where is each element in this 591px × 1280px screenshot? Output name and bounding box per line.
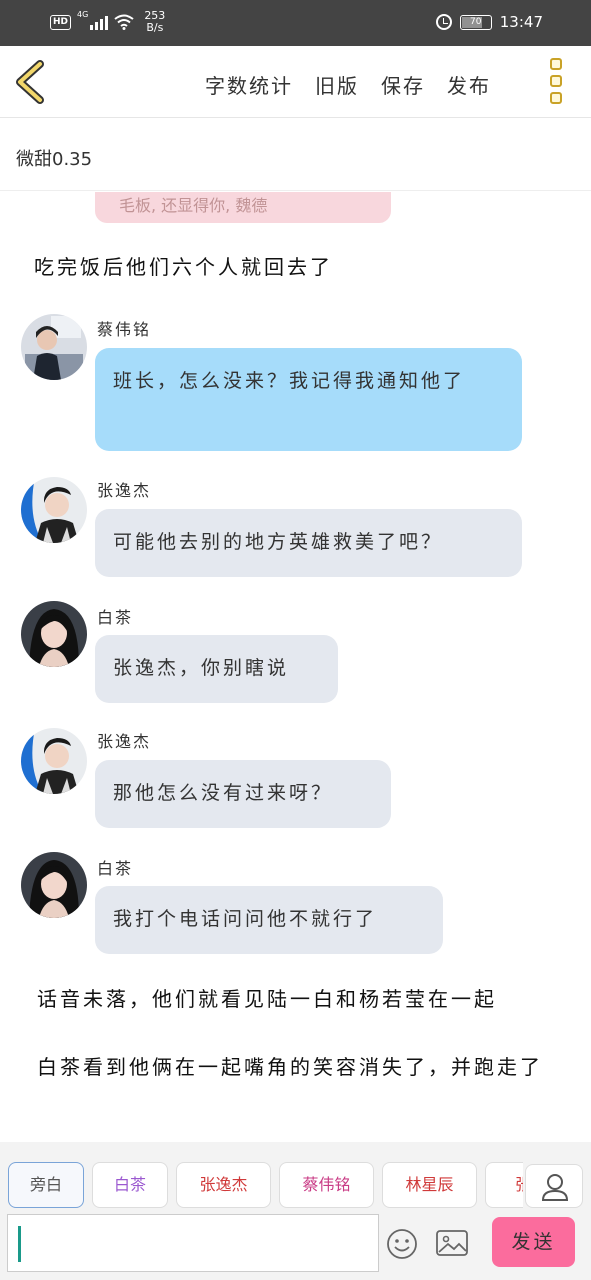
sender-name: 白茶 (97, 608, 134, 627)
back-chevron-icon (16, 60, 44, 104)
composer-bar: 旁白 白茶 张逸杰 蔡伟铭 林星辰张 发送 (0, 1142, 591, 1280)
avatar (21, 477, 87, 543)
image-button[interactable] (435, 1228, 469, 1258)
avatar (21, 314, 87, 380)
battery-level: 70 (470, 16, 482, 27)
top-toolbar: 字数统计 旧版 保存 发布 (0, 46, 591, 118)
message-bubble[interactable]: 那他怎么没有过来呀？ (95, 760, 391, 828)
role-chip[interactable]: 白茶 (92, 1162, 168, 1208)
avatar (21, 601, 87, 667)
kebab-menu-icon[interactable] (550, 58, 566, 104)
old-version-button[interactable]: 旧版 (315, 70, 359, 99)
add-role-button[interactable] (525, 1164, 583, 1208)
hd-indicator: HD (50, 14, 72, 30)
title-bar: 微甜0.35 (0, 119, 591, 191)
avatar (21, 852, 87, 918)
clock: 13:47 (499, 13, 543, 31)
message-bubble[interactable]: 张逸杰，你别瞎说 (95, 635, 338, 703)
word-count-button[interactable]: 字数统计 (205, 70, 293, 99)
status-bar: HD 4G 253 B/s 70 13:47 (0, 0, 591, 46)
sender-name: 张逸杰 (97, 481, 152, 500)
narration-text: 吃完饭后他们六个人就回去了 (34, 255, 333, 279)
image-icon (436, 1230, 468, 1256)
role-chip[interactable]: 旁白 (8, 1162, 84, 1208)
network-type: 4G (77, 10, 89, 19)
role-chip[interactable]: 蔡伟铭 (279, 1162, 374, 1208)
sender-name: 白茶 (97, 859, 134, 878)
signal-icon (90, 14, 109, 30)
message-bubble[interactable]: 班长，怎么没来？我记得我通知他了 (95, 348, 522, 451)
publish-button[interactable]: 发布 (447, 70, 491, 99)
smiley-icon (387, 1229, 417, 1259)
chat-content[interactable]: 毛板, 还显得你, 魏德 吃完饭后他们六个人就回去了 蔡伟铭 班长，怎么没来？我… (0, 192, 591, 1142)
back-button[interactable] (12, 60, 52, 104)
save-button[interactable]: 保存 (381, 70, 425, 99)
emoji-button[interactable] (386, 1228, 418, 1260)
alarm-icon (435, 14, 452, 30)
message-bubble[interactable]: 我打个电话问问他不就行了 (95, 886, 443, 954)
sender-name: 张逸杰 (97, 732, 152, 751)
status-left: HD 4G 253 B/s (50, 10, 165, 34)
send-button[interactable]: 发送 (492, 1217, 575, 1267)
top-menu: 字数统计 旧版 保存 发布 (205, 70, 491, 99)
message-bubble[interactable]: 可能他去别的地方英雄救美了吧？ (95, 509, 522, 577)
network-speed: 253 B/s (144, 10, 165, 34)
avatar (21, 728, 87, 794)
previous-message-text: 毛板, 还显得你, 魏德 (119, 196, 268, 215)
story-title[interactable]: 微甜0.35 (16, 145, 92, 171)
role-selector: 旁白 白茶 张逸杰 蔡伟铭 林星辰张 (8, 1162, 523, 1210)
message-input[interactable] (7, 1214, 379, 1272)
text-caret (18, 1226, 21, 1262)
previous-message-bubble: 毛板, 还显得你, 魏德 (95, 192, 391, 223)
narration-text: 白茶看到他俩在一起嘴角的笑容消失了，并跑走了 (37, 1055, 543, 1079)
status-right: 70 13:47 (435, 13, 543, 31)
battery-icon: 70 (459, 14, 492, 30)
speed-unit: B/s (146, 21, 164, 34)
sender-name: 蔡伟铭 (97, 320, 152, 339)
role-chip[interactable]: 林星辰 (382, 1162, 477, 1208)
narration-text: 话音未落，他们就看见陆一白和杨若莹在一起 (37, 987, 497, 1011)
role-chip[interactable]: 张逸杰 (176, 1162, 271, 1208)
role-chip[interactable]: 张 (485, 1162, 523, 1208)
person-icon (541, 1174, 569, 1201)
wifi-icon (114, 14, 134, 30)
